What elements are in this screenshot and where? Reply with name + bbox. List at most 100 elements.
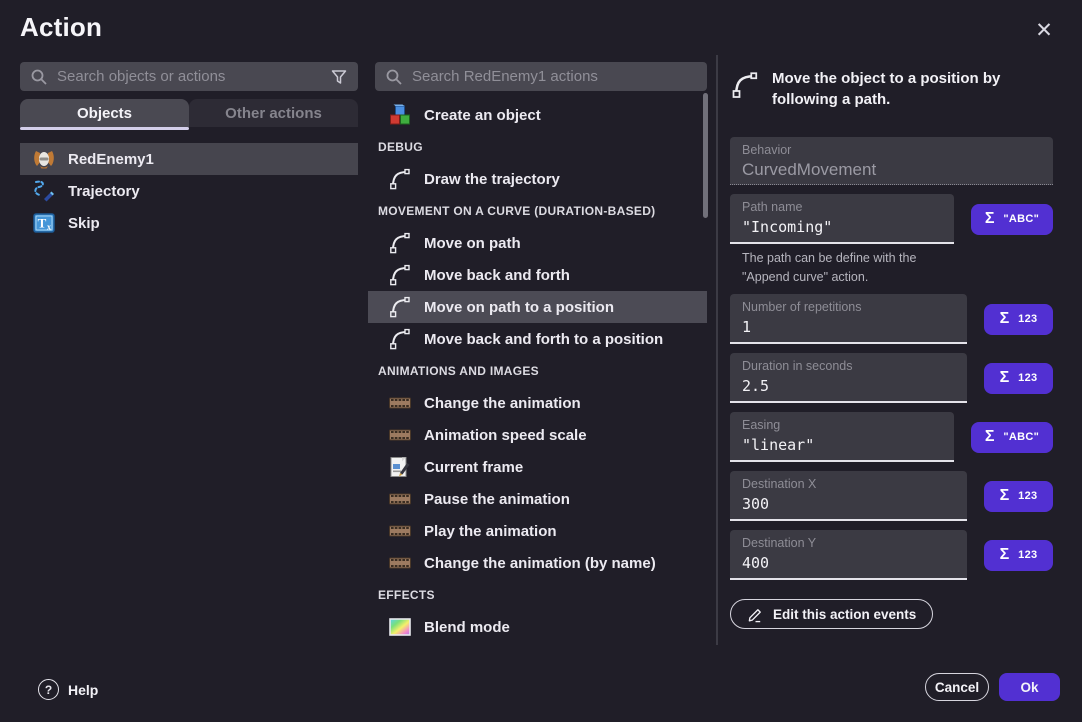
destination-y-field[interactable]: Destination Y 400	[730, 530, 967, 580]
action-item-move-back-forth-to-position[interactable]: Move back and forth to a position	[368, 323, 707, 355]
filter-icon[interactable]	[330, 68, 348, 86]
abc-label: "ABC"	[1003, 431, 1039, 443]
action-label: Create an object	[424, 107, 541, 124]
action-item-pause-animation[interactable]: Pause the animation	[368, 483, 707, 515]
action-description: Move the object to a position by followi…	[730, 68, 1053, 110]
field-label: Duration in seconds	[742, 359, 955, 374]
behavior-value: CurvedMovement	[742, 158, 1041, 182]
curve-icon	[388, 295, 412, 319]
action-item-play-animation[interactable]: Play the animation	[368, 515, 707, 547]
ok-button[interactable]: Ok	[999, 673, 1060, 701]
action-label: Change the animation (by name)	[424, 555, 656, 572]
sigma-icon: Σ	[1000, 546, 1010, 564]
actions-search-input[interactable]	[412, 68, 697, 85]
destination-y-value: 400	[742, 551, 955, 575]
actions-scrollbar[interactable]	[703, 93, 708, 218]
num-label: 123	[1018, 549, 1037, 561]
field-label: Destination Y	[742, 536, 955, 551]
dialog-actions: Cancel Ok	[925, 673, 1060, 701]
path-name-helper: The path can be define with the "Append …	[742, 249, 957, 287]
action-label: Move on path	[424, 235, 521, 252]
easing-value: "linear"	[742, 433, 942, 457]
film-strip-icon	[388, 423, 412, 447]
action-item-create-object[interactable]: Create an object	[368, 99, 707, 131]
path-name-field[interactable]: Path name "Incoming"	[730, 194, 954, 244]
cubes-icon	[388, 103, 412, 127]
expression-editor-button-123[interactable]: Σ 123	[984, 481, 1053, 512]
film-strip-icon	[388, 551, 412, 575]
duration-field[interactable]: Duration in seconds 2.5	[730, 353, 967, 403]
action-item-move-on-path[interactable]: Move on path	[368, 227, 707, 259]
tab-other-actions[interactable]: Other actions	[189, 99, 358, 127]
help-link[interactable]: ? Help	[38, 679, 98, 700]
repetitions-field[interactable]: Number of repetitions 1	[730, 294, 967, 344]
close-icon[interactable]: ✕	[1028, 14, 1060, 46]
section-header-movement: MOVEMENT ON A CURVE (DURATION-BASED)	[368, 195, 707, 227]
action-item-move-on-path-to-position[interactable]: Move on path to a position	[368, 291, 707, 323]
field-label: Path name	[742, 200, 942, 215]
curve-icon	[388, 327, 412, 351]
curve-icon	[388, 231, 412, 255]
description-text: Move the object to a position by followi…	[772, 68, 1053, 110]
action-config-panel: Move the object to a position by followi…	[730, 62, 1053, 629]
num-label: 123	[1018, 313, 1037, 325]
edit-action-events-button[interactable]: Edit this action events	[730, 599, 933, 629]
film-strip-icon	[388, 391, 412, 415]
actions-panel: Create an object DEBUG Draw the trajecto…	[368, 62, 707, 643]
objects-search-input[interactable]	[57, 68, 321, 85]
sigma-icon: Σ	[985, 210, 995, 228]
action-label: Change the animation	[424, 395, 581, 412]
action-label: Draw the trajectory	[424, 171, 560, 188]
panel-divider	[716, 55, 718, 645]
num-label: 123	[1018, 372, 1037, 384]
page-title: Action	[20, 12, 102, 43]
help-icon: ?	[38, 679, 59, 700]
objects-search[interactable]	[20, 62, 358, 91]
action-label: Pause the animation	[424, 491, 570, 508]
actions-search[interactable]	[375, 62, 707, 91]
action-item-draw-trajectory[interactable]: Draw the trajectory	[368, 163, 707, 195]
curve-icon	[388, 167, 412, 191]
object-label: Trajectory	[68, 183, 140, 200]
section-header-effects: EFFECTS	[368, 579, 707, 611]
tab-objects[interactable]: Objects	[20, 99, 189, 127]
action-label: Move on path to a position	[424, 299, 614, 316]
expression-editor-button-abc[interactable]: Σ "ABC"	[971, 204, 1053, 235]
list-item-trajectory[interactable]: Trajectory	[20, 175, 358, 207]
sigma-icon: Σ	[1000, 487, 1010, 505]
action-item-change-animation-by-name[interactable]: Change the animation (by name)	[368, 547, 707, 579]
actions-list: Create an object DEBUG Draw the trajecto…	[368, 99, 707, 643]
action-item-animation-speed-scale[interactable]: Animation speed scale	[368, 419, 707, 451]
behavior-field[interactable]: Behavior CurvedMovement	[730, 137, 1053, 185]
action-label: Animation speed scale	[424, 427, 587, 444]
action-item-current-frame[interactable]: Current frame	[368, 451, 707, 483]
expression-editor-button-123[interactable]: Σ 123	[984, 304, 1053, 335]
easing-field[interactable]: Easing "linear"	[730, 412, 954, 462]
object-label: Skip	[68, 215, 100, 232]
num-label: 123	[1018, 490, 1037, 502]
curve-icon	[730, 70, 760, 100]
action-label: Play the animation	[424, 523, 557, 540]
sigma-icon: Σ	[1000, 310, 1010, 328]
object-label: RedEnemy1	[68, 151, 154, 168]
expression-editor-button-123[interactable]: Σ 123	[984, 363, 1053, 394]
action-label: Move back and forth to a position	[424, 331, 663, 348]
list-item-skip[interactable]: T x Skip	[20, 207, 358, 239]
svg-text:x: x	[47, 223, 51, 232]
blend-mode-icon	[388, 615, 412, 639]
section-header-animations: ANIMATIONS AND IMAGES	[368, 355, 707, 387]
expression-editor-button-123[interactable]: Σ 123	[984, 540, 1053, 571]
list-item-redenemy1[interactable]: RedEnemy1	[20, 143, 358, 175]
text-object-icon: T x	[32, 211, 56, 235]
action-item-blend-mode[interactable]: Blend mode	[368, 611, 707, 643]
destination-x-field[interactable]: Destination X 300	[730, 471, 967, 521]
action-item-move-back-forth[interactable]: Move back and forth	[368, 259, 707, 291]
objects-tabs: Objects Other actions	[20, 99, 358, 130]
cancel-button[interactable]: Cancel	[925, 673, 989, 701]
path-name-value: "Incoming"	[742, 215, 942, 239]
pencil-icon	[747, 606, 764, 623]
expression-editor-button-abc[interactable]: Σ "ABC"	[971, 422, 1053, 453]
trajectory-curve-icon	[32, 179, 56, 203]
action-item-change-animation[interactable]: Change the animation	[368, 387, 707, 419]
help-label: Help	[68, 682, 98, 698]
